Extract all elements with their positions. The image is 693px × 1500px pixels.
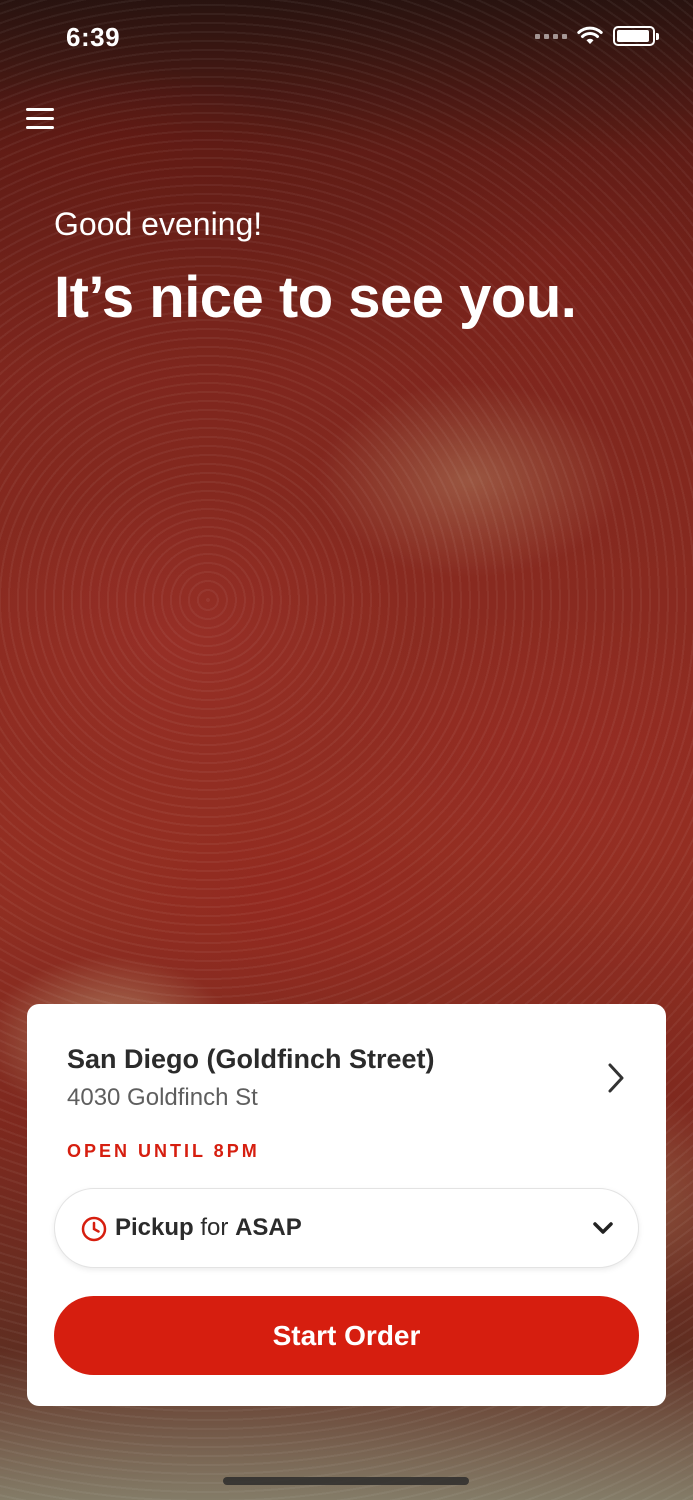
status-icons: [535, 26, 659, 46]
home-indicator: [223, 1477, 469, 1485]
order-method-text: Pickup for ASAP: [115, 1214, 302, 1242]
chevron-right-icon[interactable]: [602, 1060, 630, 1096]
status-time: 6:39: [66, 22, 121, 52]
hamburger-menu-icon[interactable]: [26, 106, 56, 132]
headline-text: It’s nice to see you.: [54, 265, 577, 330]
store-card: San Diego (Goldfinch Street) 4030 Goldfi…: [27, 1004, 666, 1406]
store-address: 4030 Goldfinch St: [67, 1084, 258, 1111]
wifi-icon: [577, 26, 603, 44]
order-method: Pickup: [115, 1214, 194, 1241]
order-time: ASAP: [235, 1214, 302, 1241]
battery-icon: [613, 26, 659, 46]
clock-icon: [81, 1216, 107, 1242]
store-hours-status: OPEN UNTIL 8PM: [67, 1141, 260, 1161]
status-bar: 6:39: [0, 0, 693, 76]
chevron-down-icon: [593, 1222, 613, 1234]
store-name[interactable]: San Diego (Goldfinch Street): [67, 1044, 435, 1075]
greeting-text: Good evening!: [54, 206, 263, 242]
start-order-button[interactable]: Start Order: [54, 1296, 639, 1375]
order-method-selector[interactable]: Pickup for ASAP: [54, 1188, 639, 1268]
signal-icon: [535, 33, 567, 39]
order-connector: for: [200, 1214, 229, 1241]
